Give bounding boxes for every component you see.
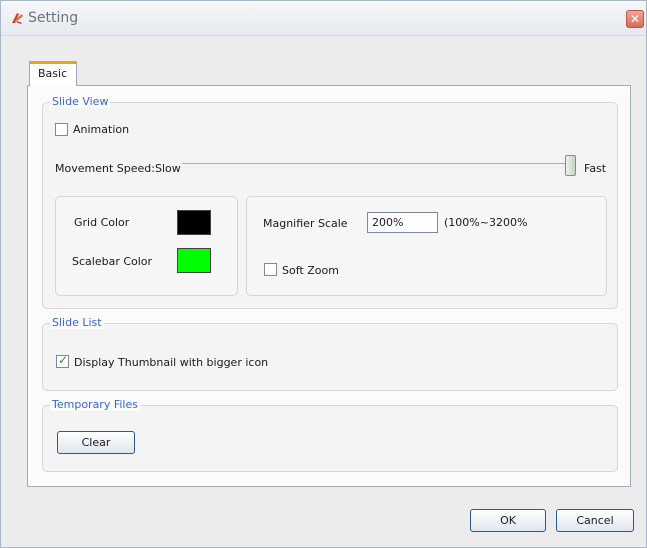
scalebar-color-label: Scalebar Color (72, 255, 153, 268)
slide-list-legend: Slide List (50, 316, 104, 329)
speed-fast-label: Fast (584, 162, 607, 175)
display-thumbnail-label: Display Thumbnail with bigger icon (74, 356, 269, 369)
scalebar-color-swatch[interactable] (177, 248, 211, 273)
setting-dialog: Setting ✕ Basic Slide View Animation Mov… (0, 0, 647, 548)
window-title: Setting (28, 10, 79, 26)
magnifier-scale-input[interactable]: 200% (367, 212, 438, 233)
clear-button[interactable]: Clear (57, 431, 135, 454)
app-logo-icon (12, 13, 23, 24)
magnifier-range-hint: (100%~3200% (444, 216, 528, 229)
animation-label: Animation (73, 123, 130, 136)
temporary-files-legend: Temporary Files (50, 398, 140, 411)
cancel-button[interactable]: Cancel (556, 509, 634, 532)
display-thumbnail-checkbox[interactable] (56, 353, 69, 368)
magnifier-scale-label: Magnifier Scale (263, 217, 348, 230)
soft-zoom-checkbox[interactable] (264, 263, 277, 276)
movement-speed-slider-track[interactable] (182, 163, 574, 168)
ok-button[interactable]: OK (470, 509, 546, 532)
speed-slow-label: Slow (155, 162, 181, 175)
title-bar[interactable]: Setting ✕ (1, 1, 646, 36)
grid-color-label: Grid Color (74, 216, 130, 229)
animation-checkbox[interactable] (55, 123, 68, 136)
movement-speed-slider-thumb[interactable] (565, 155, 576, 176)
close-icon: ✕ (629, 12, 641, 26)
movement-speed-label: Movement Speed: (55, 162, 155, 175)
soft-zoom-label: Soft Zoom (282, 264, 339, 277)
magnifier-settings-box (246, 196, 607, 296)
tab-basic[interactable]: Basic (29, 61, 77, 86)
slide-view-legend: Slide View (50, 95, 111, 108)
grid-color-swatch[interactable] (177, 210, 211, 235)
close-button[interactable]: ✕ (626, 10, 644, 28)
